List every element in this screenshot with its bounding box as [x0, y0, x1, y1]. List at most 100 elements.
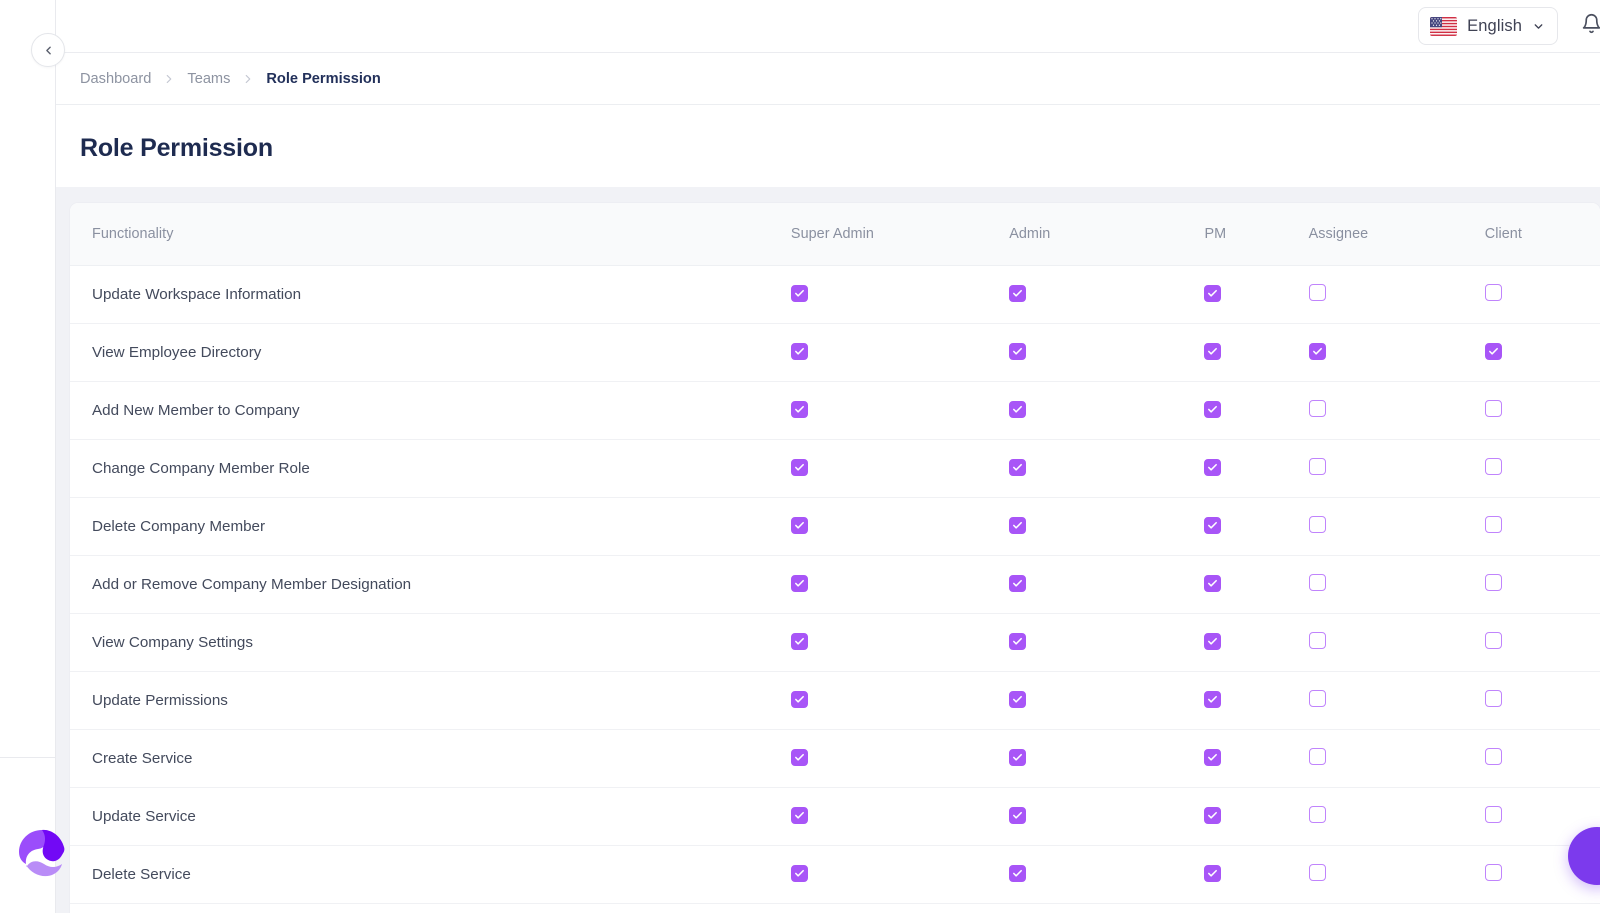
cell-client [1480, 439, 1600, 497]
table-header-row: Functionality Super Admin Admin PM Assig… [70, 203, 1600, 265]
permission-checkbox-pm[interactable] [1204, 749, 1221, 766]
sidebar-collapse-button[interactable] [31, 33, 65, 67]
permission-checkbox-client[interactable] [1485, 748, 1502, 765]
cell-assignee [1304, 787, 1480, 845]
permission-checkbox-admin[interactable] [1009, 865, 1026, 882]
permission-checkbox-assignee[interactable] [1309, 284, 1326, 301]
cell-super-admin [785, 729, 1003, 787]
cell-super-admin [785, 439, 1003, 497]
permission-checkbox-pm[interactable] [1204, 807, 1221, 824]
permission-checkbox-super-admin[interactable] [791, 459, 808, 476]
cell-assignee [1304, 497, 1480, 555]
column-header-super-admin: Super Admin [785, 203, 1003, 265]
permission-checkbox-admin[interactable] [1009, 691, 1026, 708]
column-header-functionality: Functionality [70, 203, 785, 265]
permission-checkbox-assignee[interactable] [1309, 690, 1326, 707]
permission-checkbox-admin[interactable] [1009, 401, 1026, 418]
permission-checkbox-client[interactable] [1485, 690, 1502, 707]
permission-checkbox-admin[interactable] [1009, 575, 1026, 592]
permission-checkbox-pm[interactable] [1204, 401, 1221, 418]
permission-checkbox-super-admin[interactable] [791, 633, 808, 650]
permission-checkbox-super-admin[interactable] [791, 807, 808, 824]
cell-functionality: Create Service [70, 729, 785, 787]
permission-checkbox-pm[interactable] [1204, 691, 1221, 708]
cell-pm [1199, 265, 1303, 323]
permission-checkbox-assignee[interactable] [1309, 864, 1326, 881]
cell-admin [1003, 671, 1199, 729]
permission-checkbox-super-admin[interactable] [791, 865, 808, 882]
table-body: Update Workspace InformationView Employe… [70, 265, 1600, 903]
permission-checkbox-super-admin[interactable] [791, 749, 808, 766]
table-row: Add or Remove Company Member Designation [70, 555, 1600, 613]
permission-checkbox-pm[interactable] [1204, 285, 1221, 302]
breadcrumb: Dashboard Teams Role Permission [56, 53, 1600, 105]
cell-admin [1003, 787, 1199, 845]
cell-assignee [1304, 265, 1480, 323]
permission-checkbox-admin[interactable] [1009, 749, 1026, 766]
permission-checkbox-super-admin[interactable] [791, 343, 808, 360]
permission-checkbox-assignee[interactable] [1309, 400, 1326, 417]
column-header-admin: Admin [1003, 203, 1199, 265]
role-permission-table: Functionality Super Admin Admin PM Assig… [70, 203, 1600, 904]
permission-checkbox-admin[interactable] [1009, 343, 1026, 360]
main-column: English Dashboard [56, 0, 1600, 913]
cell-functionality: Update Service [70, 787, 785, 845]
permission-checkbox-super-admin[interactable] [791, 285, 808, 302]
table-row: View Company Settings [70, 613, 1600, 671]
permission-checkbox-pm[interactable] [1204, 517, 1221, 534]
language-selector[interactable]: English [1418, 7, 1558, 45]
permission-checkbox-admin[interactable] [1009, 517, 1026, 534]
cell-assignee [1304, 729, 1480, 787]
permission-checkbox-assignee[interactable] [1309, 574, 1326, 591]
column-header-client: Client [1480, 203, 1600, 265]
cell-functionality: Update Workspace Information [70, 265, 785, 323]
cell-assignee [1304, 613, 1480, 671]
chevron-left-icon [42, 44, 55, 57]
column-header-pm: PM [1199, 203, 1303, 265]
permission-checkbox-client[interactable] [1485, 574, 1502, 591]
permission-checkbox-assignee[interactable] [1309, 806, 1326, 823]
permission-checkbox-admin[interactable] [1009, 807, 1026, 824]
cell-client [1480, 613, 1600, 671]
permission-checkbox-assignee[interactable] [1309, 516, 1326, 533]
permission-checkbox-assignee[interactable] [1309, 458, 1326, 475]
permission-checkbox-assignee[interactable] [1309, 748, 1326, 765]
permission-checkbox-super-admin[interactable] [791, 691, 808, 708]
permission-checkbox-client[interactable] [1485, 516, 1502, 533]
breadcrumb-item-dashboard[interactable]: Dashboard [80, 71, 151, 87]
permission-checkbox-client[interactable] [1485, 458, 1502, 475]
cell-super-admin [785, 787, 1003, 845]
permission-checkbox-pm[interactable] [1204, 865, 1221, 882]
permission-checkbox-client[interactable] [1485, 632, 1502, 649]
permission-checkbox-super-admin[interactable] [791, 517, 808, 534]
permission-checkbox-assignee[interactable] [1309, 632, 1326, 649]
cell-admin [1003, 381, 1199, 439]
cell-functionality: Delete Service [70, 845, 785, 903]
chevron-down-icon [1532, 20, 1545, 33]
permission-checkbox-assignee[interactable] [1309, 343, 1326, 360]
permission-checkbox-pm[interactable] [1204, 343, 1221, 360]
permission-checkbox-super-admin[interactable] [791, 401, 808, 418]
permission-checkbox-super-admin[interactable] [791, 575, 808, 592]
cell-assignee [1304, 323, 1480, 381]
permission-checkbox-admin[interactable] [1009, 633, 1026, 650]
table-row: Update Workspace Information [70, 265, 1600, 323]
permission-checkbox-client[interactable] [1485, 864, 1502, 881]
permission-checkbox-pm[interactable] [1204, 459, 1221, 476]
breadcrumb-item-teams[interactable]: Teams [187, 71, 230, 87]
permission-checkbox-admin[interactable] [1009, 459, 1026, 476]
permission-checkbox-client[interactable] [1485, 400, 1502, 417]
permission-checkbox-client[interactable] [1485, 343, 1502, 360]
column-header-assignee: Assignee [1304, 203, 1480, 265]
cell-pm [1199, 845, 1303, 903]
permission-checkbox-admin[interactable] [1009, 285, 1026, 302]
notifications-button[interactable] [1574, 9, 1600, 43]
chevron-right-icon [241, 72, 255, 86]
us-flag-icon [1430, 17, 1457, 36]
permission-checkbox-client[interactable] [1485, 284, 1502, 301]
permission-checkbox-pm[interactable] [1204, 575, 1221, 592]
permission-checkbox-pm[interactable] [1204, 633, 1221, 650]
page-title: Role Permission [56, 105, 1600, 163]
language-label: English [1467, 17, 1522, 36]
permission-checkbox-client[interactable] [1485, 806, 1502, 823]
